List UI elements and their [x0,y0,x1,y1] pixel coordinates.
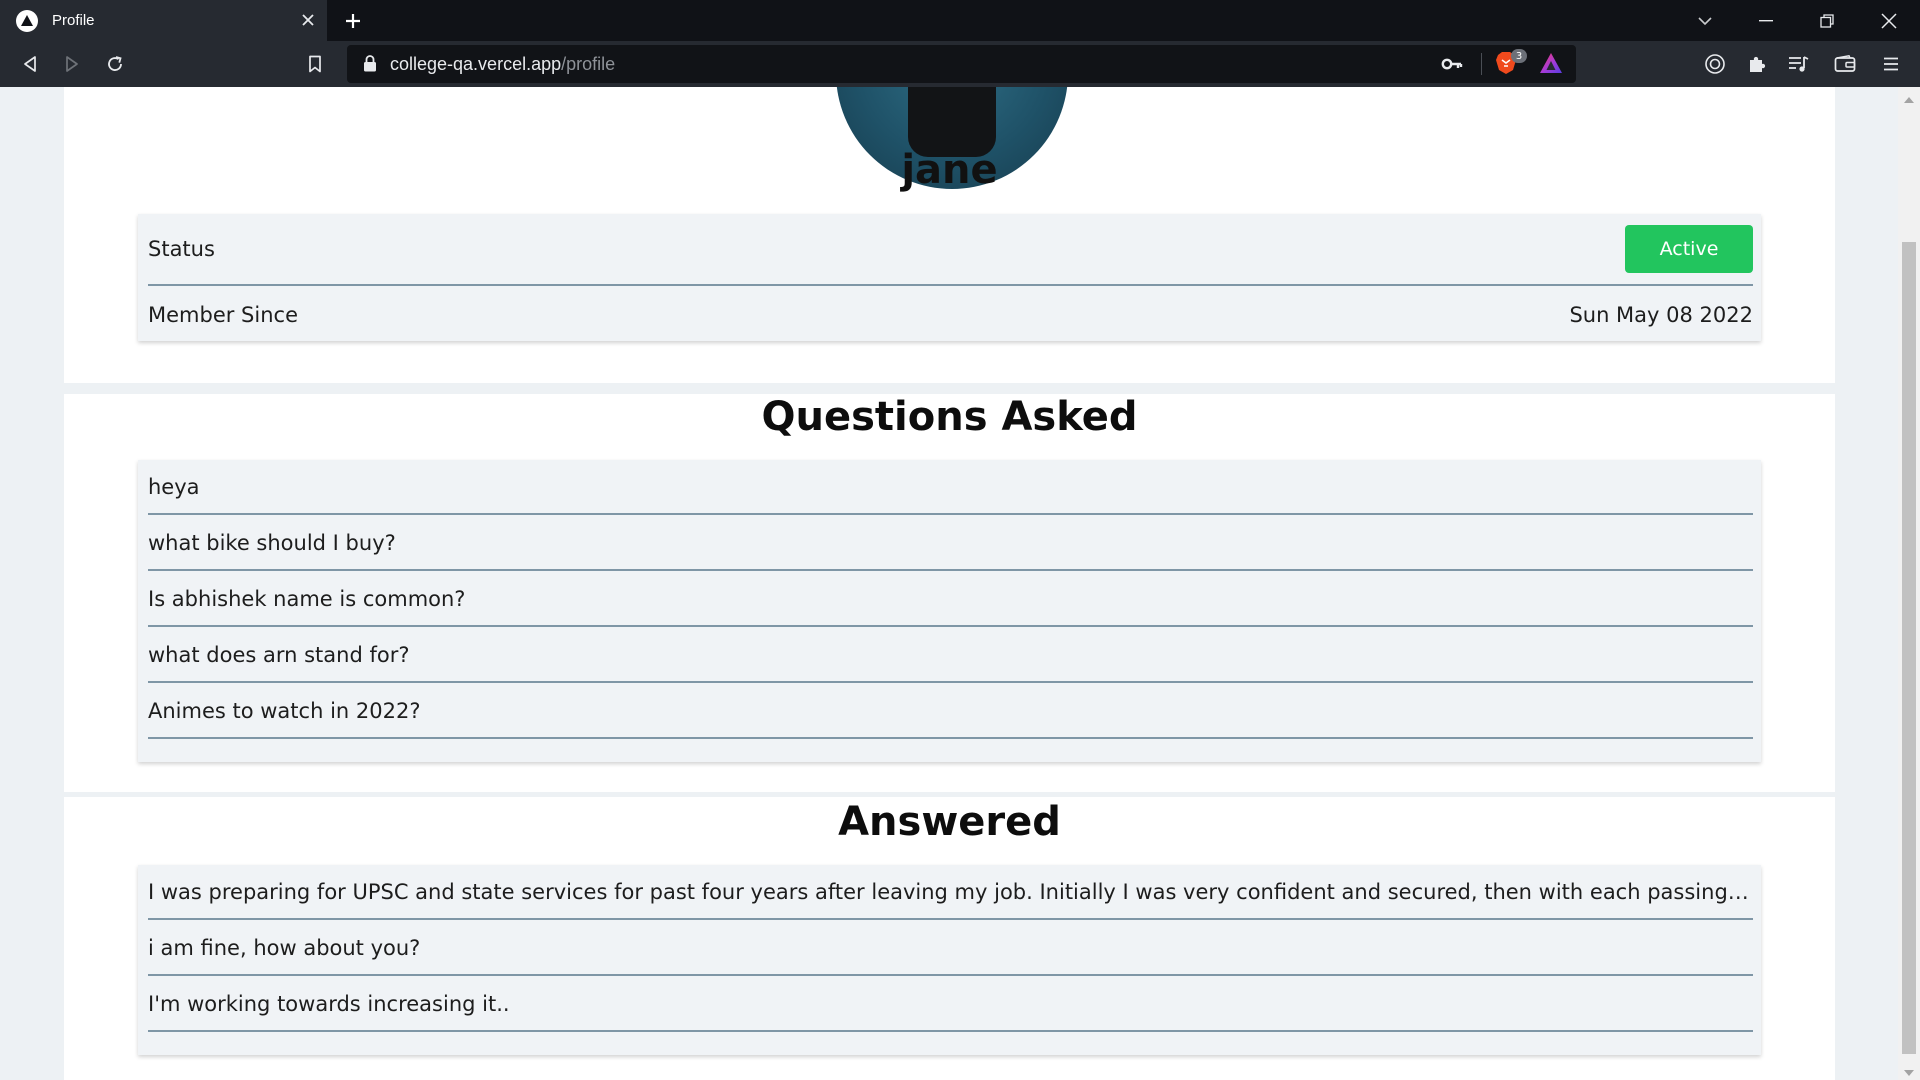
address-bar[interactable]: college-qa.vercel.app/profile 3 [347,45,1576,83]
browser-tab-strip: Profile [0,0,1920,41]
questions-asked-card: Questions Asked heya what bike should I … [64,394,1835,792]
questions-asked-title: Questions Asked [761,394,1138,440]
back-arrow-icon[interactable] [15,49,45,79]
restore-window-icon[interactable] [1804,0,1850,41]
tab-search-chevron-down-icon[interactable] [1682,0,1728,41]
answered-list: I was preparing for UPSC and state servi… [138,865,1761,1055]
answered-card: Answered I was preparing for UPSC and st… [64,797,1835,1080]
brave-talk-icon[interactable] [1700,49,1730,79]
status-row: Status Active [148,214,1753,286]
scroll-up-arrow-icon[interactable] [1904,97,1914,103]
password-key-icon[interactable] [1441,54,1463,78]
menu-hamburger-icon[interactable] [1876,49,1906,79]
status-badge: Active [1625,225,1753,273]
status-label: Status [148,237,215,261]
answer-item[interactable]: I'm working towards increasing it.. [148,977,1753,1032]
address-bar-divider [1481,53,1482,75]
extensions-puzzle-icon[interactable] [1742,49,1772,79]
minimize-window-icon[interactable] [1743,0,1789,41]
url-path: /profile [561,54,616,74]
answer-item[interactable]: I was preparing for UPSC and state servi… [148,865,1753,920]
question-text: what bike should I buy? [148,530,396,555]
answer-text: i am fine, how about you? [148,935,421,960]
question-item[interactable]: Animes to watch in 2022? [148,684,1753,739]
shields-count-badge: 3 [1511,49,1527,63]
close-window-icon[interactable] [1866,0,1912,41]
wallet-icon[interactable] [1830,49,1860,79]
url-host: college-qa.vercel.app [390,54,562,74]
scroll-down-arrow-icon[interactable] [1904,1070,1914,1076]
bookmark-icon[interactable] [300,49,330,79]
question-item[interactable]: heya [148,460,1753,515]
profile-card: jane Status Active Member Since Sun May … [64,87,1835,383]
new-tab-button[interactable] [340,8,366,34]
close-tab-icon[interactable] [297,9,319,31]
lock-icon[interactable] [363,55,377,76]
vercel-favicon-icon [16,9,38,32]
member-since-row: Member Since Sun May 08 2022 [148,288,1753,341]
brave-rewards-triangle-icon[interactable] [1539,52,1563,78]
answered-title: Answered [838,799,1061,845]
question-item[interactable]: what bike should I buy? [148,516,1753,571]
answer-text: I was preparing for UPSC and state servi… [148,879,1753,904]
answer-text: I'm working towards increasing it.. [148,991,510,1016]
playlist-icon[interactable] [1784,49,1814,79]
question-text: Is abhishek name is common? [148,586,466,611]
answer-item[interactable]: i am fine, how about you? [148,921,1753,976]
member-since-value: Sun May 08 2022 [1569,302,1753,327]
tab-title: Profile [52,12,95,29]
question-item[interactable]: Is abhishek name is common? [148,572,1753,627]
url-text[interactable]: college-qa.vercel.app/profile [390,54,615,75]
questions-list: heya what bike should I buy? Is abhishek… [138,460,1761,762]
reload-icon[interactable] [100,49,130,79]
page-viewport: jane Status Active Member Since Sun May … [0,87,1898,1080]
page-scrollbar[interactable] [1898,87,1920,1080]
browser-tab-profile[interactable]: Profile [0,0,327,41]
profile-details-panel: Status Active Member Since Sun May 08 20… [138,214,1761,341]
forward-arrow-icon[interactable] [57,49,87,79]
scrollbar-thumb[interactable] [1902,242,1916,1054]
question-text: Animes to watch in 2022? [148,698,421,723]
member-since-label: Member Since [148,302,298,327]
question-text: heya [148,474,200,499]
profile-username: jane [901,147,998,193]
question-item[interactable]: what does arn stand for? [148,628,1753,683]
question-text: what does arn stand for? [148,642,410,667]
